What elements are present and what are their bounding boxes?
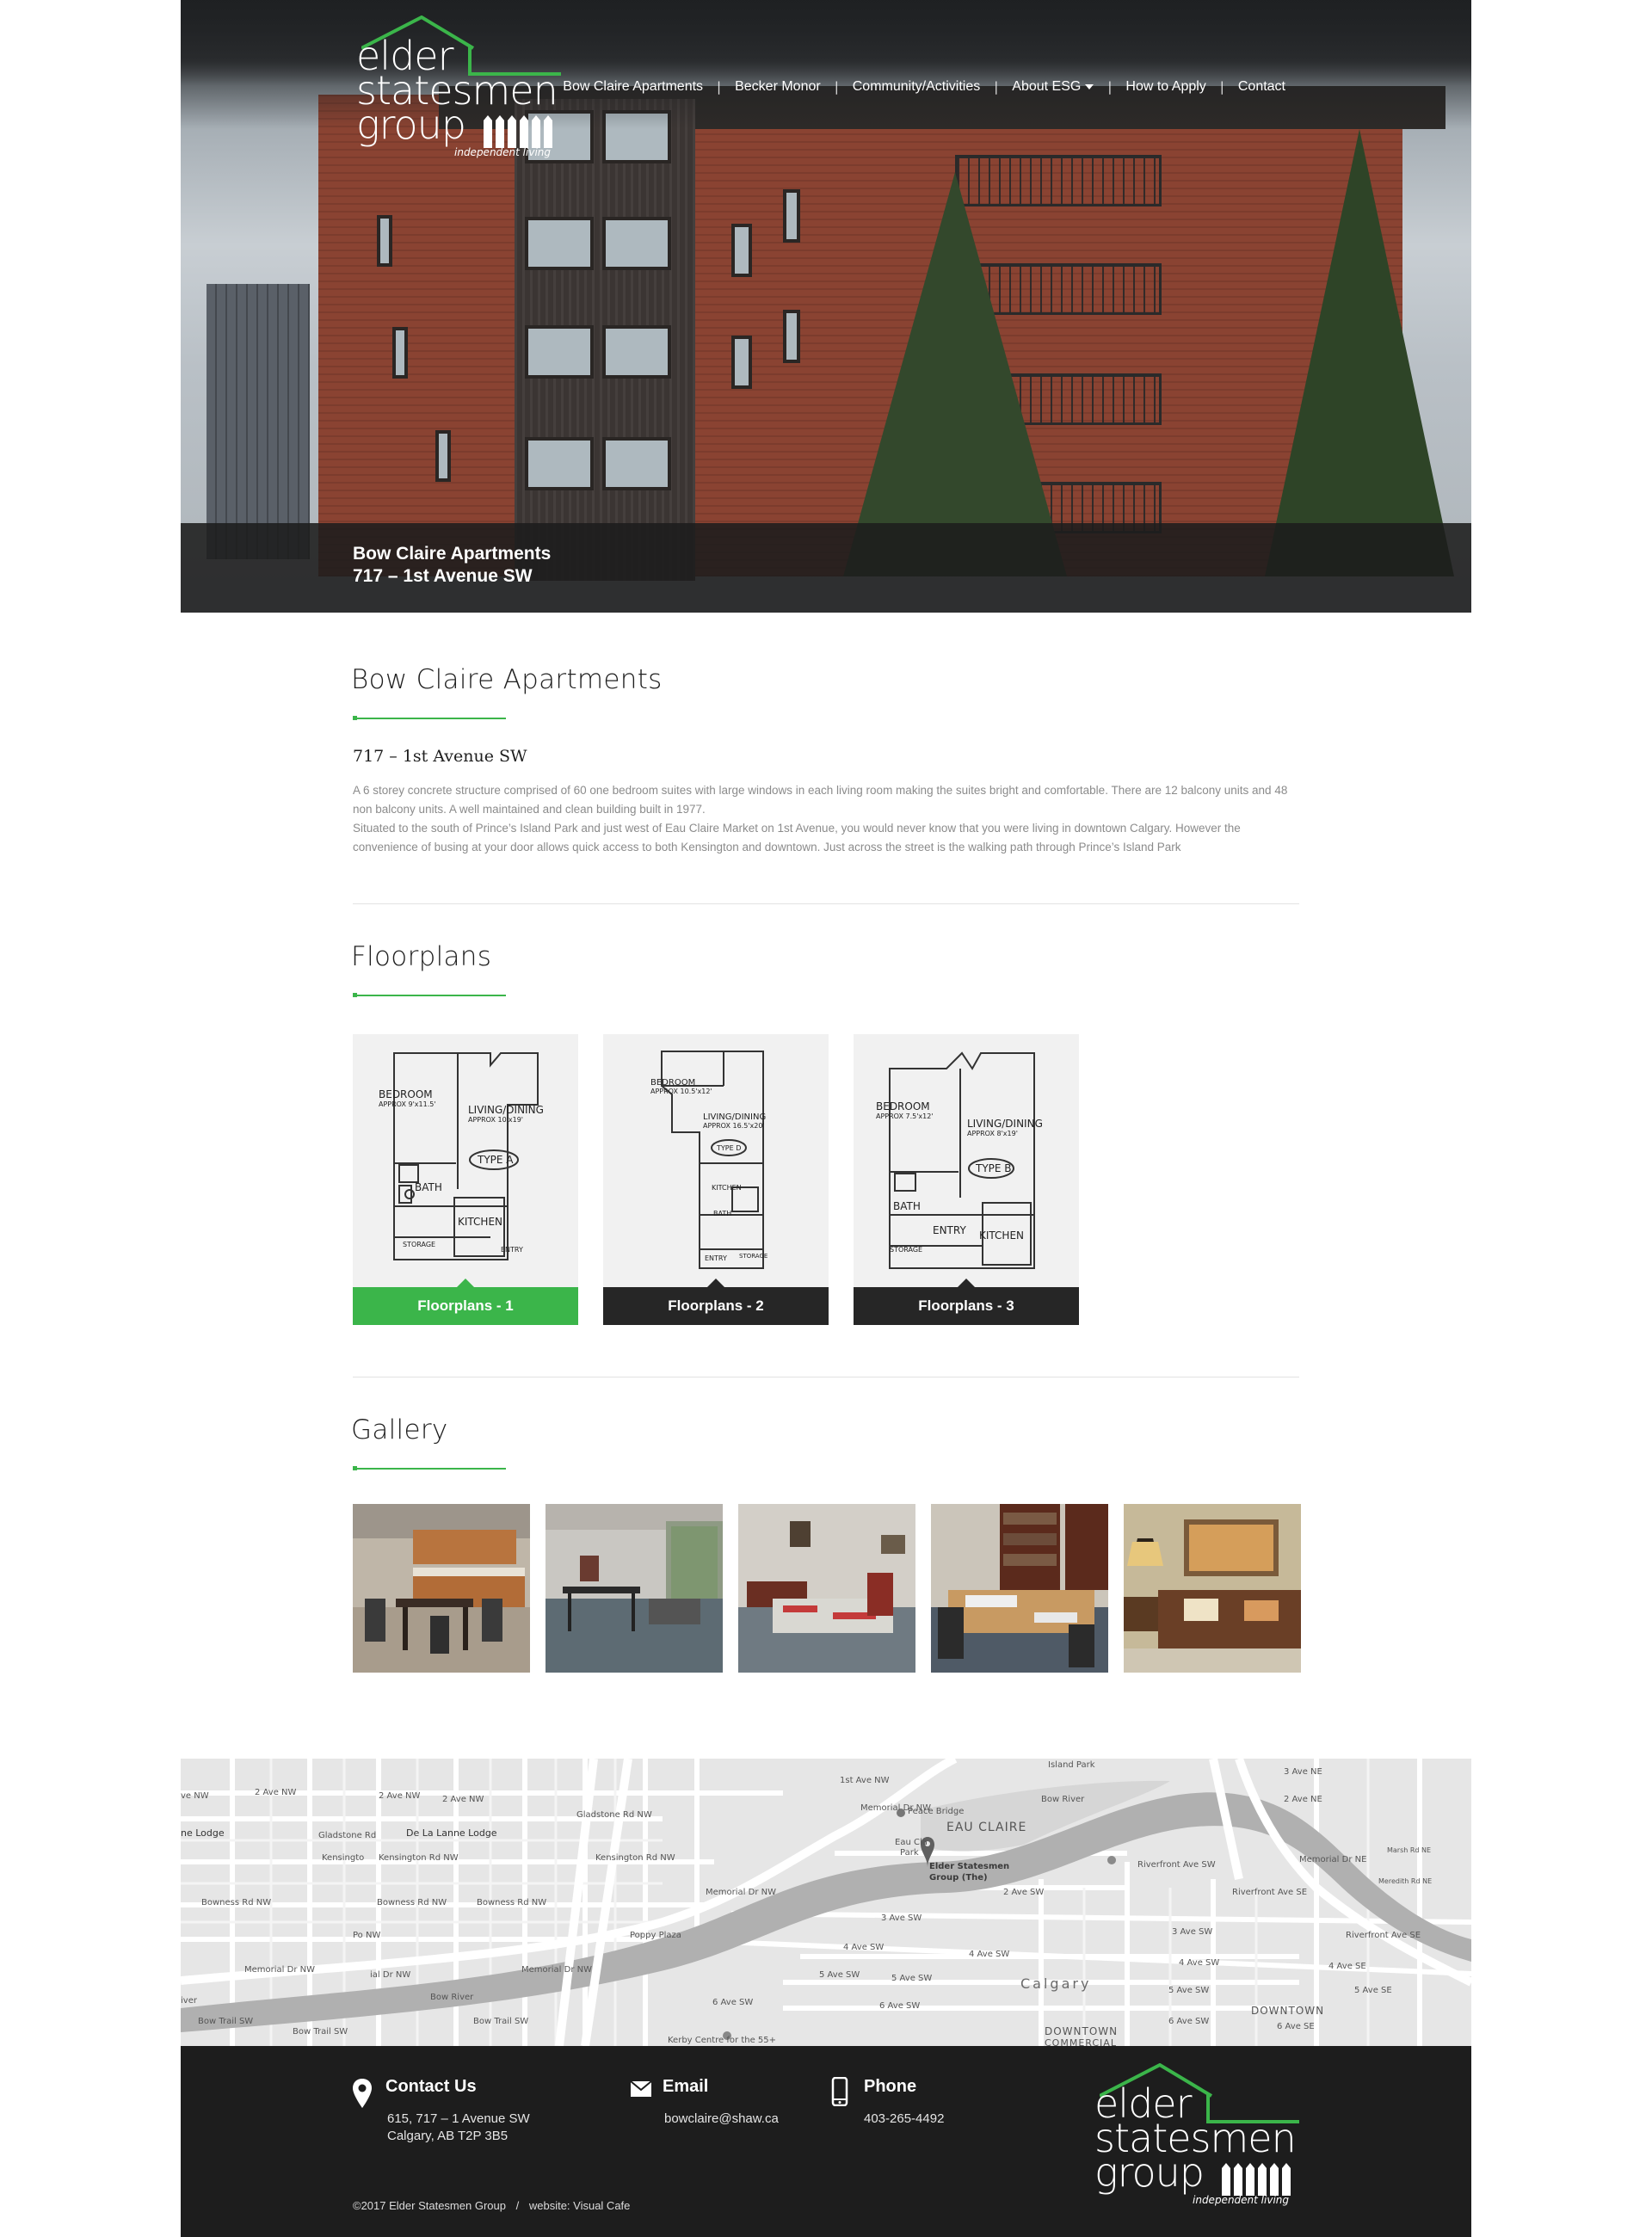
chevron-down-icon — [1085, 83, 1094, 89]
phone-link[interactable]: 403-265-4492 — [864, 2110, 944, 2128]
floorplan-room-size: APPROX 10.5'x12' — [650, 1088, 712, 1095]
floorplan-room-label: BATH — [713, 1210, 732, 1217]
nav-item-bow-claire[interactable]: Bow Claire Apartments — [549, 79, 717, 95]
gallery-image-kitchen[interactable] — [353, 1504, 530, 1673]
floorplan-room-label: LIVING/DINING — [468, 1104, 544, 1116]
floorplan-tab-2[interactable]: Floorplans - 2 — [603, 1279, 829, 1325]
mail-icon — [630, 2080, 652, 2097]
title-underline — [353, 993, 506, 997]
nav-item-becker-monor[interactable]: Becker Monor — [721, 79, 835, 95]
floorplan-room-size: APPROX 16.5'x20' — [703, 1122, 765, 1130]
title-underline — [353, 716, 506, 720]
title-underline — [353, 1466, 506, 1470]
phone-icon — [831, 2077, 848, 2106]
gallery-image-library[interactable] — [931, 1504, 1108, 1673]
nav-separator: | — [834, 79, 839, 95]
floorplan-room-label: KITCHEN — [979, 1229, 1024, 1242]
floorplan-type-label: TYPE A — [478, 1154, 514, 1166]
nav-separator: | — [1107, 79, 1113, 95]
floorplan-image: BEDROOM APPROX 9'x11.5' LIVING/DINING AP… — [353, 1034, 578, 1287]
copyright-separator: / — [515, 2199, 520, 2212]
footer-copyright: ©2017 Elder Statesmen Group / website: V… — [353, 2199, 630, 2212]
floorplan-room-size: APPROX 10'x19' — [468, 1116, 523, 1124]
footer-logo[interactable]: elder statesmen group independent living — [1091, 2063, 1306, 2209]
floorplan-room-label: ENTRY — [501, 1246, 523, 1254]
copyright-text: ©2017 Elder Statesmen Group — [353, 2199, 506, 2212]
hero-caption: Bow Claire Apartments 717 – 1st Avenue S… — [181, 523, 1471, 613]
location-pin-icon — [353, 2079, 372, 2108]
floorplan-room-label: LIVING/DINING — [967, 1118, 1043, 1130]
logo-fence-icon — [484, 115, 552, 148]
floorplan-room-size: APPROX 8'x19' — [967, 1130, 1018, 1137]
website-credit-link[interactable]: website: Visual Cafe — [529, 2199, 631, 2212]
floorplan-room-size: APPROX 7.5'x12' — [876, 1112, 934, 1120]
page-title: Bow Claire Apartments — [351, 664, 663, 695]
floorplan-tab-1[interactable]: Floorplans - 1 — [353, 1279, 578, 1325]
floorplan-room-label: STORAGE — [890, 1246, 923, 1254]
hero-tree — [1265, 129, 1454, 576]
nav-item-contact[interactable]: Contact — [1224, 79, 1299, 95]
hero-caption-title: Bow Claire Apartments — [353, 544, 552, 564]
main-nav: Bow Claire Apartments | Becker Monor | C… — [549, 79, 1299, 95]
logo-tagline: independent living — [454, 146, 551, 158]
floorplan-room-label: BEDROOM — [650, 1078, 696, 1088]
nav-item-community[interactable]: Community/Activities — [839, 79, 994, 95]
floorplan-image: BEDROOM APPROX 7.5'x12' LIVING/DINING AP… — [854, 1034, 1079, 1287]
description-paragraph: A 6 storey concrete structure comprised … — [353, 784, 1288, 816]
floorplan-type-label: TYPE D — [717, 1144, 742, 1152]
logo-line3: group — [1094, 2149, 1205, 2196]
floorplan-room-label: KITCHEN — [712, 1184, 742, 1192]
nav-item-label: About ESG — [1012, 79, 1082, 94]
floorplan-room-label: BEDROOM — [379, 1088, 433, 1100]
phone-heading: Phone — [864, 2077, 917, 2096]
hero-tree — [843, 172, 1067, 576]
contact-address-line2: Calgary, AB T2P 3B5 — [387, 2129, 509, 2143]
gallery-image-sitting-room[interactable] — [1124, 1504, 1301, 1673]
contact-heading: Contact Us — [385, 2077, 477, 2096]
gallery-title: Gallery — [351, 1414, 448, 1445]
email-heading: Email — [663, 2077, 709, 2096]
logo-fence-icon — [1222, 2163, 1291, 2196]
floorplan-room-label: ENTRY — [705, 1254, 727, 1262]
floorplan-image: BEDROOM APPROX 10.5'x12' LIVING/DINING A… — [603, 1034, 829, 1287]
site-logo[interactable]: elder statesmen group independent living — [353, 15, 568, 162]
nav-separator: | — [1219, 79, 1224, 95]
floorplan-room-label: BATH — [415, 1181, 442, 1193]
background-tower — [206, 284, 310, 559]
floorplan-room-label: ENTRY — [933, 1224, 966, 1236]
contact-address-line1: 615, 717 – 1 Avenue SW — [387, 2111, 530, 2126]
floorplan-room-label: KITCHEN — [458, 1216, 502, 1228]
location-map[interactable]: Island Park Peace Bridge EAU CLAIRE Eau … — [181, 1759, 1471, 2046]
floorplan-card-3[interactable]: BEDROOM APPROX 7.5'x12' LIVING/DINING AP… — [854, 1034, 1079, 1325]
hero-caption-address: 717 – 1st Avenue SW — [353, 566, 533, 586]
floorplan-room-label: STORAGE — [403, 1241, 436, 1248]
divider — [353, 903, 1299, 904]
description-paragraph: Situated to the south of Prince’s Island… — [353, 822, 1241, 854]
gallery-image-lounge[interactable] — [546, 1504, 723, 1673]
nav-separator: | — [994, 79, 999, 95]
floorplan-room-label: BATH — [893, 1200, 921, 1212]
nav-separator: | — [717, 79, 722, 95]
nav-item-about-esg[interactable]: About ESG — [998, 79, 1107, 95]
page: elder statesmen group independent living… — [181, 0, 1471, 2237]
hero-banner: elder statesmen group independent living… — [181, 0, 1471, 613]
logo-tagline: independent living — [1193, 2194, 1289, 2206]
floorplan-room-label: STORAGE — [739, 1253, 768, 1260]
address-subheading: 717 – 1st Avenue SW — [353, 747, 527, 766]
floorplans-title: Floorplans — [351, 941, 492, 972]
floorplan-room-size: APPROX 9'x11.5' — [379, 1100, 436, 1108]
floorplan-tab-3[interactable]: Floorplans - 3 — [854, 1279, 1079, 1325]
gallery-image-game-room[interactable] — [738, 1504, 915, 1673]
logo-line3: group — [356, 102, 466, 148]
email-link[interactable]: bowclaire@shaw.ca — [664, 2110, 779, 2128]
floorplan-room-label: LIVING/DINING — [703, 1112, 767, 1122]
floorplan-card-1[interactable]: BEDROOM APPROX 9'x11.5' LIVING/DINING AP… — [353, 1034, 578, 1325]
nav-item-how-to-apply[interactable]: How to Apply — [1112, 79, 1219, 95]
site-footer: Contact Us 615, 717 – 1 Avenue SW Calgar… — [181, 2046, 1471, 2237]
floorplan-type-label: TYPE B — [976, 1162, 1012, 1174]
floorplan-room-label: BEDROOM — [876, 1100, 930, 1112]
floorplan-card-2[interactable]: BEDROOM APPROX 10.5'x12' LIVING/DINING A… — [603, 1034, 829, 1325]
